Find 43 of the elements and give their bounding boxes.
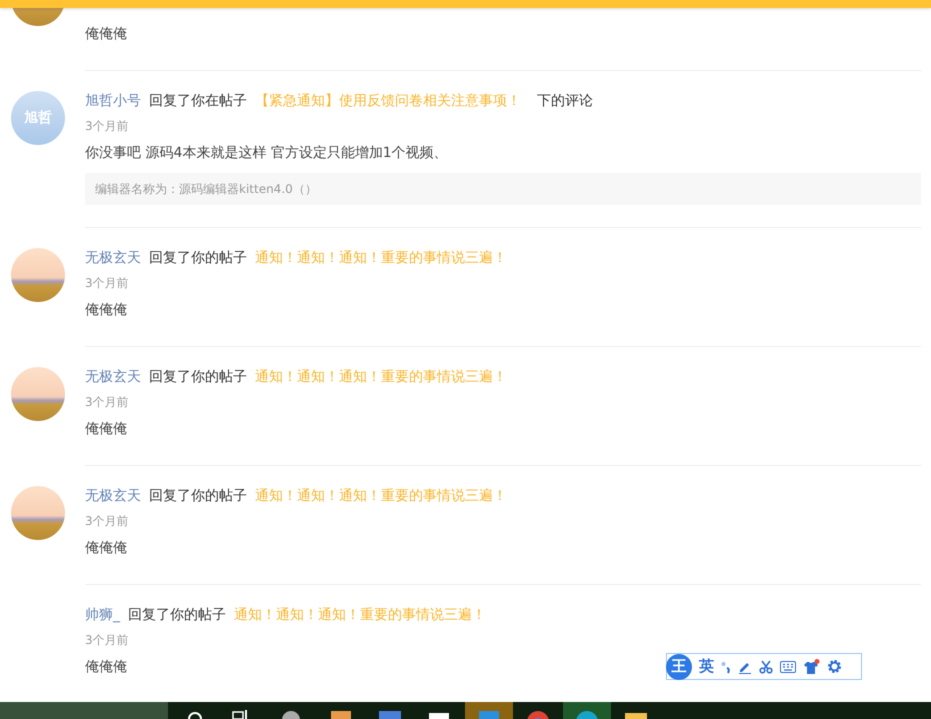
app-icon[interactable]: [281, 710, 301, 719]
app-icon[interactable]: [330, 710, 352, 719]
task-view-icon[interactable]: [232, 710, 248, 719]
timestamp: 3个月前: [85, 395, 129, 409]
quote-block: 编辑器名称为：源码编辑器kitten4.0（）: [85, 173, 921, 205]
action-text: 回复了你的帖子: [149, 249, 247, 268]
timestamp: 3个月前: [85, 276, 129, 290]
keyboard-icon[interactable]: [780, 660, 796, 672]
timestamp: 3个月前: [85, 633, 129, 647]
comment-text: 俺俺俺: [85, 302, 127, 318]
user-link[interactable]: 旭哲小号: [85, 91, 141, 111]
user-link[interactable]: 帅狮_: [85, 605, 120, 625]
avatar-picture: [11, 486, 65, 540]
settings-icon[interactable]: [827, 659, 842, 674]
avatar-picture: [11, 248, 65, 302]
user-link[interactable]: 无极玄天: [85, 486, 141, 506]
punctuation-icon[interactable]: [721, 660, 731, 674]
timestamp: 3个月前: [85, 514, 129, 528]
comment-text: 俺俺俺: [85, 26, 127, 42]
active-app-tile[interactable]: [465, 702, 513, 719]
action-text: 回复了你的帖子: [128, 606, 226, 625]
app-icon[interactable]: [428, 710, 450, 719]
language-toggle[interactable]: 英: [699, 657, 714, 676]
comment-text: 俺俺俺: [85, 540, 127, 556]
comment-text: 你没事吧 源码4本来就是这样 官方设定只能增加1个视频、: [85, 145, 448, 161]
shirt-icon[interactable]: [803, 658, 820, 674]
user-link[interactable]: 无极玄天: [85, 367, 141, 387]
suffix-text: 下的评论: [537, 92, 593, 111]
comment-text: 俺俺俺: [85, 659, 127, 675]
browser-icon[interactable]: [575, 710, 599, 719]
active-app-tile[interactable]: [563, 702, 611, 719]
browser-icon[interactable]: [526, 710, 550, 719]
action-text: 回复了你的帖子: [149, 368, 247, 387]
search-icon[interactable]: [187, 710, 203, 719]
comment-text: 俺俺俺: [85, 421, 127, 437]
user-link[interactable]: 无极玄天: [85, 248, 141, 268]
scissors-icon[interactable]: [759, 660, 773, 674]
timestamp: 3个月前: [85, 119, 129, 133]
action-text: 回复了你的帖子: [149, 487, 247, 506]
action-text: 回复了你在帖子: [149, 92, 247, 111]
ime-logo[interactable]: 王: [666, 654, 692, 680]
avatar-initials: 旭哲: [11, 91, 65, 145]
folder-icon[interactable]: [624, 710, 648, 719]
